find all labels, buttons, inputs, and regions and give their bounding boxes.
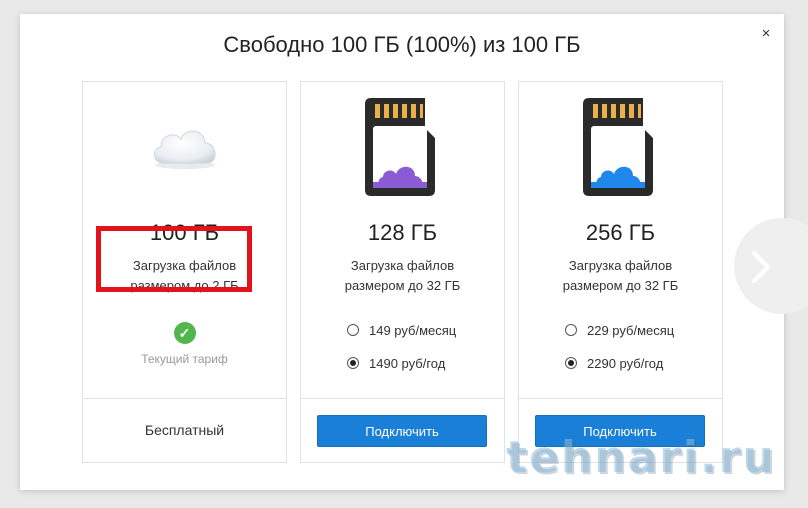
plan-description-line: размером до 2 ГБ	[130, 278, 239, 293]
plan-description: Загрузка файлов размером до 2 ГБ	[83, 256, 286, 296]
billing-options: 229 руб/месяц 2290 руб/год	[565, 320, 674, 386]
plan-description-line: размером до 32 ГБ	[562, 278, 679, 293]
radio-button-selected[interactable]	[565, 357, 577, 369]
billing-option-yearly[interactable]: 1490 руб/год	[347, 353, 456, 373]
radio-button-selected[interactable]	[347, 357, 359, 369]
billing-option-label: 149 руб/месяц	[369, 322, 457, 338]
plan-description-line: размером до 32 ГБ	[344, 278, 461, 293]
billing-option-label: 229 руб/месяц	[587, 322, 675, 338]
plan-size: 256 ГБ	[585, 220, 656, 245]
billing-option-monthly[interactable]: 149 руб/месяц	[347, 320, 456, 340]
watermark-text: tehnari.ru	[506, 432, 776, 483]
cloud-icon	[83, 96, 286, 198]
chevron-right-icon	[752, 251, 770, 283]
billing-option-yearly[interactable]: 2290 руб/год	[565, 353, 674, 373]
billing-options: 149 руб/месяц 1490 руб/год	[347, 320, 456, 386]
plan-dialog: × Свободно 100 ГБ (100%) из 100 ГБ 100 Г…	[20, 14, 784, 490]
free-plan-label: Бесплатный	[144, 422, 225, 438]
plan-size: 100 ГБ	[149, 220, 220, 245]
plan-description: Загрузка файлов размером до 32 ГБ	[519, 256, 722, 296]
plan-size: 128 ГБ	[367, 220, 438, 245]
connect-button[interactable]: Подключить	[317, 415, 487, 447]
radio-button[interactable]	[347, 324, 359, 336]
billing-option-label: 1490 руб/год	[369, 355, 446, 371]
plan-description-line: Загрузка файлов	[568, 258, 673, 273]
current-plan-label: Текущий тариф	[141, 352, 228, 366]
check-icon: ✓	[173, 322, 196, 344]
card-divider	[519, 398, 722, 399]
billing-option-label: 2290 руб/год	[587, 355, 664, 371]
plan-description-line: Загрузка файлов	[132, 258, 237, 273]
dialog-title: Свободно 100 ГБ (100%) из 100 ГБ	[223, 32, 581, 57]
plan-card-128: 128 ГБ Загрузка файлов размером до 32 ГБ…	[300, 81, 505, 463]
card-divider	[83, 398, 286, 399]
billing-option-monthly[interactable]: 229 руб/месяц	[565, 320, 674, 340]
plan-card-free: 100 ГБ Загрузка файлов размером до 2 ГБ …	[82, 81, 287, 463]
current-plan-status: ✓ Текущий тариф	[83, 322, 286, 366]
radio-button[interactable]	[565, 324, 577, 336]
card-divider	[301, 398, 504, 399]
sd-card-icon	[519, 96, 722, 198]
plan-card-256: 256 ГБ Загрузка файлов размером до 32 ГБ…	[518, 81, 723, 463]
sd-card-icon	[301, 96, 504, 198]
plan-description-line: Загрузка файлов	[350, 258, 455, 273]
plan-description: Загрузка файлов размером до 32 ГБ	[301, 256, 504, 296]
